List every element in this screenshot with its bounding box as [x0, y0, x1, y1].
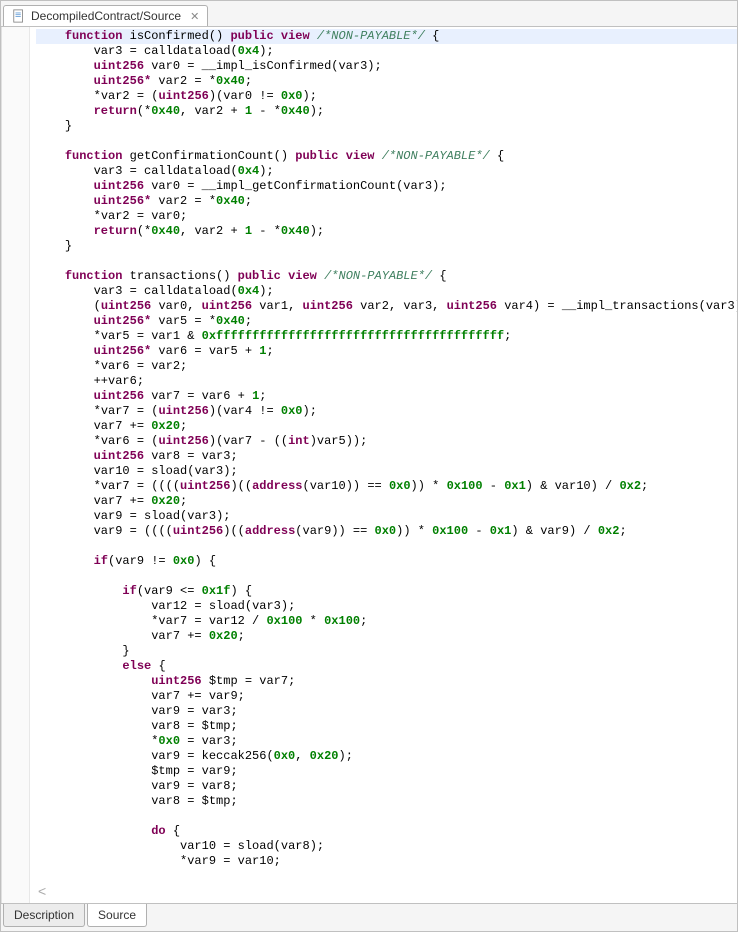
editor-gutter: [2, 27, 30, 903]
file-icon: [12, 9, 26, 23]
editor-area: function isConfirmed() public view /*NON…: [1, 27, 737, 903]
close-icon[interactable]: ✕: [190, 10, 199, 23]
bottom-tab-bar: Description Source: [1, 903, 737, 931]
scroll-left-icon[interactable]: <: [38, 883, 46, 899]
code-viewport[interactable]: function isConfirmed() public view /*NON…: [30, 27, 737, 903]
tab-source[interactable]: Source: [87, 904, 147, 927]
source-code: function isConfirmed() public view /*NON…: [30, 27, 737, 871]
editor-tab-label: DecompiledContract/Source: [31, 9, 181, 23]
tab-description[interactable]: Description: [3, 904, 85, 927]
editor-tab-bar: DecompiledContract/Source ✕: [1, 1, 737, 27]
editor-tab-active[interactable]: DecompiledContract/Source ✕: [3, 5, 208, 26]
